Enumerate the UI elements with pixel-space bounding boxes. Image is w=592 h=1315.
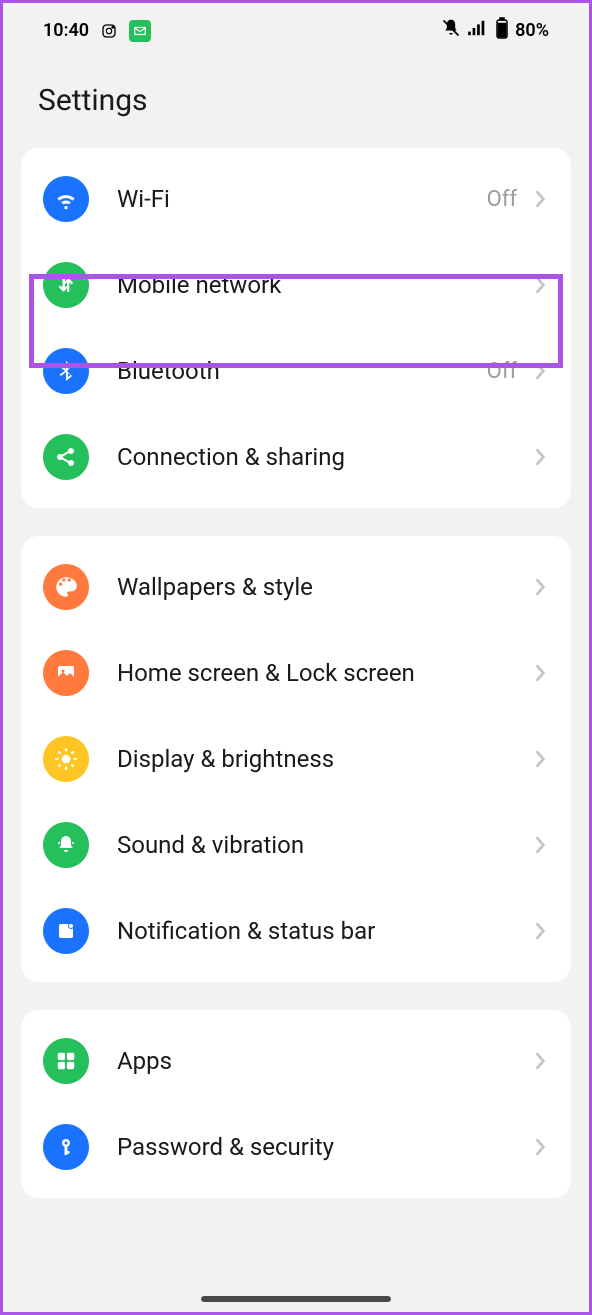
bell-icon [43, 822, 89, 868]
mail-icon [129, 20, 151, 42]
image-icon [43, 650, 89, 696]
item-status: Off [487, 187, 517, 212]
apps-icon [43, 1038, 89, 1084]
item-label: Mobile network [117, 271, 531, 299]
item-label: Password & security [117, 1133, 531, 1161]
item-label: Bluetooth [117, 357, 487, 385]
settings-item-mobile-network[interactable]: Mobile network [21, 242, 571, 328]
mobile-data-icon [43, 262, 89, 308]
settings-item-notification-status-bar[interactable]: Notification & status bar [21, 888, 571, 974]
chevron-right-icon [531, 1052, 549, 1070]
chevron-right-icon [531, 750, 549, 768]
status-time: 10:40 [43, 20, 89, 41]
chevron-right-icon [531, 578, 549, 596]
item-label: Home screen & Lock screen [117, 659, 531, 687]
item-label: Apps [117, 1047, 531, 1075]
chevron-right-icon [531, 1138, 549, 1156]
settings-group-connectivity: Wi-Fi Off Mobile network Bluetooth Off C… [21, 148, 571, 508]
item-label: Connection & sharing [117, 443, 531, 471]
chevron-right-icon [531, 362, 549, 380]
palette-icon [43, 564, 89, 610]
sun-icon [43, 736, 89, 782]
chevron-right-icon [531, 836, 549, 854]
bluetooth-icon [43, 348, 89, 394]
item-label: Display & brightness [117, 745, 531, 773]
settings-group-system: Apps Password & security [21, 1010, 571, 1198]
status-right: 80% [441, 17, 549, 44]
chevron-right-icon [531, 190, 549, 208]
chevron-right-icon [531, 448, 549, 466]
battery-icon [495, 17, 509, 44]
home-indicator[interactable] [201, 1296, 391, 1302]
settings-item-connection-sharing[interactable]: Connection & sharing [21, 414, 571, 500]
share-icon [43, 434, 89, 480]
status-bar: 10:40 80% [3, 3, 589, 53]
settings-item-bluetooth[interactable]: Bluetooth Off [21, 328, 571, 414]
settings-group-personalization: Wallpapers & style Home screen & Lock sc… [21, 536, 571, 982]
chevron-right-icon [531, 922, 549, 940]
page-title: Settings [3, 53, 589, 148]
settings-item-display-brightness[interactable]: Display & brightness [21, 716, 571, 802]
signal-icon [467, 19, 489, 42]
mute-icon [441, 18, 461, 43]
settings-item-sound-vibration[interactable]: Sound & vibration [21, 802, 571, 888]
notification-icon [43, 908, 89, 954]
instagram-icon [99, 21, 119, 41]
settings-content: Wi-Fi Off Mobile network Bluetooth Off C… [3, 148, 589, 1198]
item-status: Off [487, 359, 517, 384]
settings-item-apps[interactable]: Apps [21, 1018, 571, 1104]
item-label: Wallpapers & style [117, 573, 531, 601]
chevron-right-icon [531, 276, 549, 294]
item-label: Sound & vibration [117, 831, 531, 859]
battery-percent: 80% [515, 20, 549, 41]
status-left: 10:40 [43, 20, 151, 42]
settings-item-wallpapers[interactable]: Wallpapers & style [21, 544, 571, 630]
settings-item-home-lock-screen[interactable]: Home screen & Lock screen [21, 630, 571, 716]
key-icon [43, 1124, 89, 1170]
chevron-right-icon [531, 664, 549, 682]
settings-item-wifi[interactable]: Wi-Fi Off [21, 156, 571, 242]
item-label: Wi-Fi [117, 185, 487, 213]
item-label: Notification & status bar [117, 917, 531, 945]
wifi-icon [43, 176, 89, 222]
settings-item-password-security[interactable]: Password & security [21, 1104, 571, 1190]
